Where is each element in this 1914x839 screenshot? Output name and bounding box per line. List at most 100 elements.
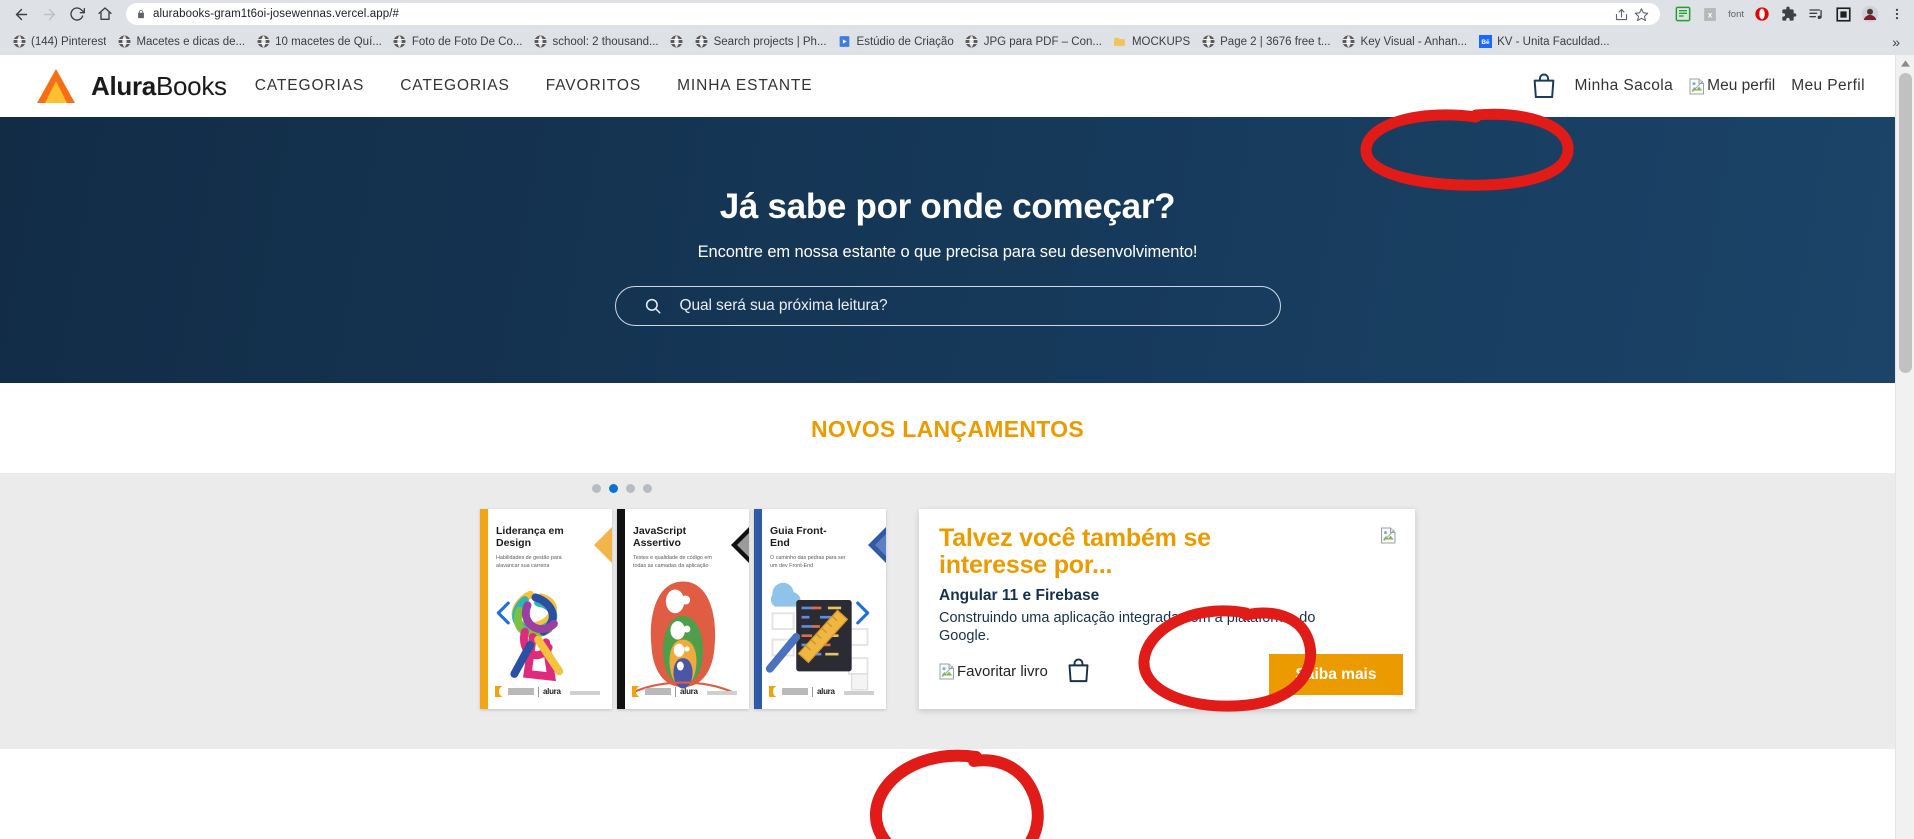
bookmark-star-icon[interactable] [1632, 5, 1650, 23]
cart-label[interactable]: Minha Sacola [1574, 77, 1673, 95]
browser-toolbar: alurabooks-gram1t6oi-josewennas.vercel.a… [0, 0, 1914, 28]
reload-button[interactable] [64, 2, 90, 26]
reader-extension-icon[interactable] [1674, 5, 1692, 23]
book-card[interactable]: JavaScript Assertivo Testes e qualidade … [617, 509, 749, 709]
opera-extension-icon[interactable] [1753, 5, 1771, 23]
hero-search-box[interactable]: Qual será sua próxima leitura? [614, 286, 1281, 326]
globe-icon [393, 35, 407, 49]
search-input-placeholder[interactable]: Qual será sua próxima leitura? [680, 297, 888, 315]
nav-link-1[interactable]: CATEGORIAS [400, 77, 509, 95]
book-cover-art [510, 590, 564, 682]
globe-icon [695, 35, 709, 49]
carousel-dot-0[interactable] [592, 484, 601, 493]
bookmark-item[interactable]: Page 2 | 3676 free t... [1197, 33, 1337, 51]
playlist-icon[interactable] [1807, 5, 1825, 23]
globe-icon [117, 35, 131, 49]
omnibox-actions [1612, 5, 1650, 23]
site-logo[interactable]: AluraBooks [34, 65, 227, 107]
bookmark-item[interactable]: Estúdio de Criação [834, 33, 961, 51]
folder-icon [1113, 35, 1127, 49]
broken-image-icon [1689, 78, 1705, 94]
book-author-line [707, 691, 737, 695]
hero-subtitle: Encontre em nossa estante o que precisa … [697, 243, 1198, 261]
share-icon[interactable] [1612, 5, 1630, 23]
book-author-line [570, 691, 600, 695]
font-extension-label[interactable]: font [1728, 5, 1744, 23]
globe-icon [533, 35, 547, 49]
bookmark-item[interactable]: Key Visual - Anhan... [1338, 33, 1475, 51]
kebab-menu-button[interactable] [1888, 5, 1906, 23]
page-scrollbar[interactable] [1895, 55, 1914, 839]
profile-broken-alt-text: Meu perfil [1707, 77, 1776, 94]
behance-icon: Bē [1478, 35, 1492, 49]
bookmark-item[interactable]: Search projects | Ph... [691, 33, 834, 51]
home-button[interactable] [92, 2, 118, 26]
hero-title: Já sabe por onde começar? [719, 187, 1176, 226]
profile-label[interactable]: Meu Perfil [1791, 77, 1865, 95]
promo-broken-image-icon[interactable] [1380, 527, 1397, 544]
nav-link-0[interactable]: CATEGORIAS [255, 77, 364, 95]
nav-link-3[interactable]: MINHA ESTANTE [677, 77, 812, 95]
bookmark-item[interactable]: MOCKUPS [1109, 33, 1197, 51]
header-actions: Minha Sacola Meu perfil Meu Perfil [1530, 72, 1865, 101]
promo-action-row: Favoritar livro [939, 657, 1092, 685]
bookmark-label: JPG para PDF – Con... [983, 35, 1102, 48]
back-button[interactable] [8, 2, 34, 26]
promo-shopping-bag-icon[interactable] [1065, 657, 1092, 685]
book-subtitle: Testes e qualidade de código em todas as… [633, 555, 712, 569]
carousel-next-button[interactable] [845, 593, 879, 633]
carousel-dot-1[interactable] [609, 484, 618, 493]
bookmark-item[interactable]: Foto de Foto De Co... [389, 33, 530, 51]
chevron-right-icon [856, 601, 870, 625]
bookmark-label: Key Visual - Anhan... [1360, 35, 1468, 48]
book-cover-art [632, 581, 734, 694]
shopping-bag-icon[interactable] [1530, 72, 1558, 101]
svg-text:Bē: Bē [1481, 39, 1490, 46]
promo-eyebrow: Talvez você também se interesse por... [939, 524, 1211, 579]
brand-name: AluraBooks [91, 71, 227, 102]
web-page: AluraBooks CATEGORIAS CATEGORIAS FAVORITOS… [0, 55, 1895, 839]
bookmark-label: (144) Pinterest [31, 35, 107, 48]
page-viewport: AluraBooks CATEGORIAS CATEGORIAS FAVORITOS… [0, 55, 1914, 839]
address-bar[interactable]: alurabooks-gram1t6oi-josewennas.vercel.a… [126, 3, 1661, 25]
bookmark-item[interactable]: Bē KV - Unita Faculdad... [1474, 33, 1617, 51]
bookmark-item[interactable]: (144) Pinterest [8, 33, 113, 51]
casa-do-codigo-icon [632, 686, 641, 697]
carousel-dot-2[interactable] [626, 484, 635, 493]
scroll-up-button[interactable] [1896, 55, 1914, 72]
broken-extension-icon[interactable]: x [1701, 5, 1719, 23]
bookmark-item[interactable]: Macetes e dicas de... [113, 33, 252, 51]
search-icon [644, 297, 662, 315]
forward-button[interactable] [36, 2, 62, 26]
bookmark-label: Page 2 | 3676 free t... [1220, 35, 1331, 48]
saiba-mais-button[interactable]: Saiba mais [1269, 654, 1403, 695]
bookmark-item[interactable]: school: 2 thousand... [529, 33, 665, 51]
bookmark-label: Macetes e dicas de... [136, 35, 246, 48]
broken-image-icon [939, 663, 954, 679]
globe-icon [1342, 35, 1356, 49]
avatar[interactable] [1861, 5, 1879, 23]
bookmark-item[interactable]: 10 macetes de Quí... [252, 33, 389, 51]
book-covers-strip: Liderança em Design Habilidades de gestã… [480, 509, 886, 709]
publisher-logo: alura [632, 686, 698, 697]
bookmark-item[interactable]: JPG para PDF – Con... [961, 33, 1109, 51]
publisher-logo: alura [769, 686, 835, 697]
book-cover-art [765, 582, 869, 691]
carousel-dot-3[interactable] [643, 484, 652, 493]
puzzle-extension-icon[interactable] [1780, 5, 1798, 23]
bookmarks-overflow-button[interactable]: » [1886, 34, 1906, 50]
book-author-line [844, 691, 874, 695]
profile-broken-image[interactable]: Meu perfil [1689, 77, 1775, 95]
favorite-broken-image[interactable]: Favoritar livro [939, 663, 1048, 680]
bookmark-label: 10 macetes de Quí... [275, 35, 382, 48]
bookmark-label: Estúdio de Criação [856, 35, 954, 48]
scrollbar-thumb[interactable] [1899, 73, 1912, 373]
alura-imprint-label: alura [543, 687, 561, 696]
carousel-prev-button[interactable] [487, 593, 521, 633]
nav-link-2[interactable]: FAVORITOS [546, 77, 641, 95]
bookmark-item[interactable] [666, 33, 691, 51]
alura-imprint-label: alura [680, 687, 698, 696]
square-extension-icon[interactable] [1834, 5, 1852, 23]
book-subtitle: O caminho das pedras para ser um dev Fro… [770, 555, 846, 569]
casa-do-codigo-icon [769, 686, 778, 697]
